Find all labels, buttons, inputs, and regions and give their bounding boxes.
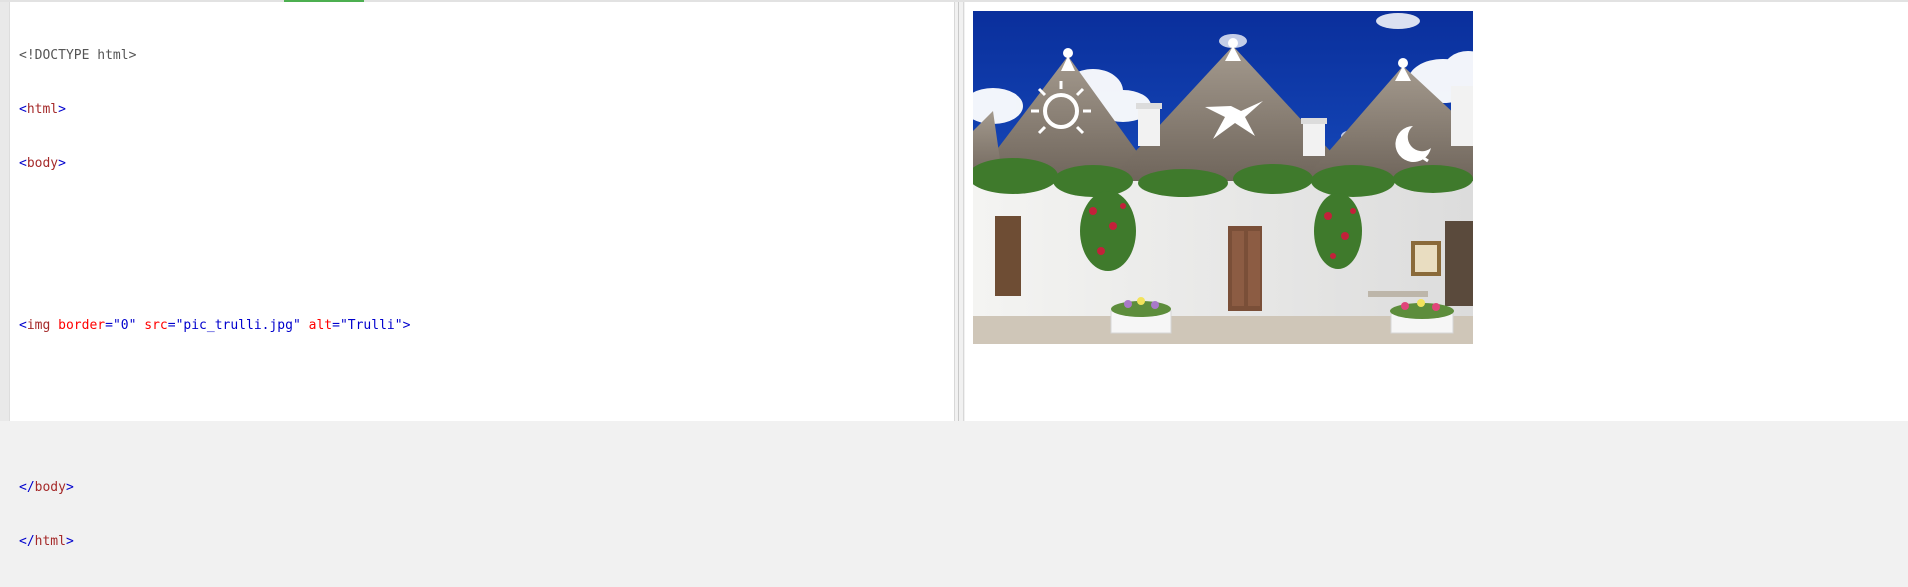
tag-name: body <box>34 480 66 495</box>
tag-name: html <box>34 534 66 549</box>
result-preview <box>965 2 1908 421</box>
door-right <box>1445 221 1473 306</box>
tag-bracket: > <box>402 318 411 333</box>
attribute-equals: = <box>332 318 340 333</box>
attribute-equals: = <box>167 318 176 333</box>
resize-grip <box>958 2 959 421</box>
tag-name: html <box>26 102 59 117</box>
code-line-6: <img border="0" src="pic_trulli.jpg" alt… <box>19 317 410 335</box>
attribute-value: "pic_trulli.jpg" <box>175 318 301 333</box>
tag-bracket: < <box>19 102 27 117</box>
doctype-declaration: <!DOCTYPE html> <box>19 48 137 63</box>
door-left <box>995 216 1021 296</box>
editor-gutter <box>0 2 10 421</box>
bench <box>1368 291 1428 297</box>
tag-bracket: > <box>58 102 66 117</box>
code-line-10: </html> <box>19 533 410 551</box>
code-line-9: </body> <box>19 479 410 497</box>
tag-bracket: < <box>19 318 27 333</box>
trulli-image <box>973 11 1473 344</box>
tag-name: img <box>26 318 51 333</box>
attribute-name: border <box>58 318 106 333</box>
attribute-value: "0" <box>112 318 137 333</box>
attribute-name: alt <box>308 318 333 333</box>
attribute-equals: = <box>105 318 113 333</box>
code-editor[interactable]: <!DOCTYPE html> <html> <body> <img borde… <box>10 2 955 549</box>
tag-bracket: > <box>65 480 74 495</box>
code-line-3: <body> <box>19 155 410 173</box>
tag-bracket: > <box>65 534 74 549</box>
code-line-1: <!DOCTYPE html> <box>19 47 410 65</box>
code-content[interactable]: <!DOCTYPE html> <html> <body> <img borde… <box>19 11 410 587</box>
tag-bracket: </ <box>19 480 35 495</box>
attribute-value: "Trulli" <box>339 318 403 333</box>
tag-bracket: > <box>58 156 66 171</box>
tag-name: body <box>26 156 59 171</box>
code-line-2: <html> <box>19 101 410 119</box>
attribute-name: src <box>144 318 168 333</box>
tag-bracket: < <box>19 156 27 171</box>
pane-resize-handle[interactable] <box>955 2 964 421</box>
tag-bracket: </ <box>19 534 35 549</box>
